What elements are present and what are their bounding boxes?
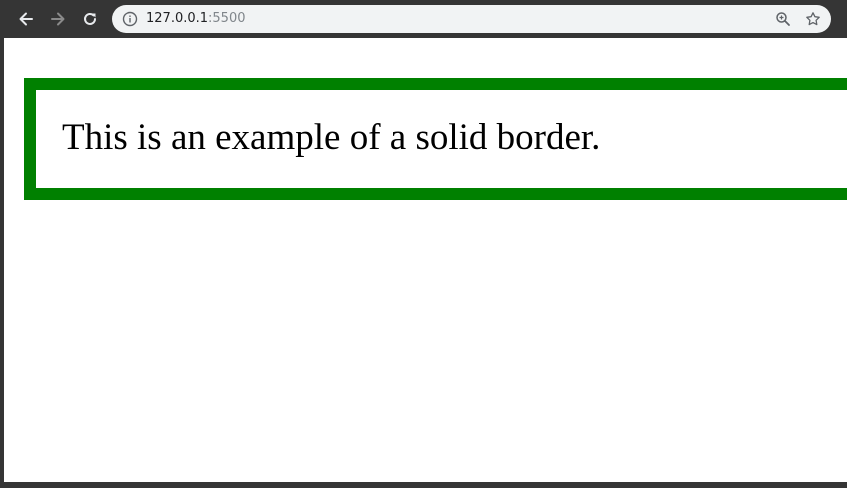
page-viewport: This is an example of a solid border. — [4, 38, 847, 482]
browser-toolbar: 127.0.0.1:5500 — [0, 0, 847, 38]
window-bottom-edge — [0, 482, 847, 488]
reload-icon — [84, 12, 96, 25]
solid-border-box: This is an example of a solid border. — [24, 78, 847, 200]
address-bar[interactable]: 127.0.0.1:5500 — [112, 5, 831, 33]
forward-button[interactable] — [46, 7, 70, 31]
zoom-icon[interactable] — [775, 11, 791, 27]
back-button[interactable] — [14, 7, 38, 31]
url-port: :5500 — [208, 11, 246, 26]
star-icon[interactable] — [805, 11, 821, 27]
example-text: This is an example of a solid border. — [62, 117, 601, 158]
arrow-right-icon — [51, 12, 65, 26]
browser-window: 127.0.0.1:5500 This is an example of a s… — [0, 0, 847, 488]
arrow-left-icon — [19, 12, 33, 26]
url-text[interactable]: 127.0.0.1:5500 — [146, 5, 246, 33]
reload-button[interactable] — [78, 7, 102, 31]
url-host: 127.0.0.1 — [146, 11, 209, 26]
info-icon[interactable] — [122, 11, 138, 27]
